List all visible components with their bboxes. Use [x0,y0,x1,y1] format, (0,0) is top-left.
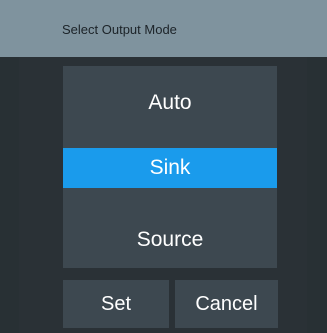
left-side-strip [0,57,19,333]
cancel-button[interactable]: Cancel [175,280,278,328]
option-auto[interactable]: Auto [63,83,277,123]
right-side-strip [307,57,327,333]
title-bar: Select Output Mode [0,0,327,57]
option-sink[interactable]: Sink [63,148,277,188]
output-mode-option-list: Auto Sink Source [63,66,277,268]
set-button[interactable]: Set [63,280,169,328]
select-output-mode-dialog: Select Output Mode Auto Sink Source Set … [0,0,327,333]
option-source[interactable]: Source [63,220,277,260]
dialog-title: Select Output Mode [62,22,177,37]
